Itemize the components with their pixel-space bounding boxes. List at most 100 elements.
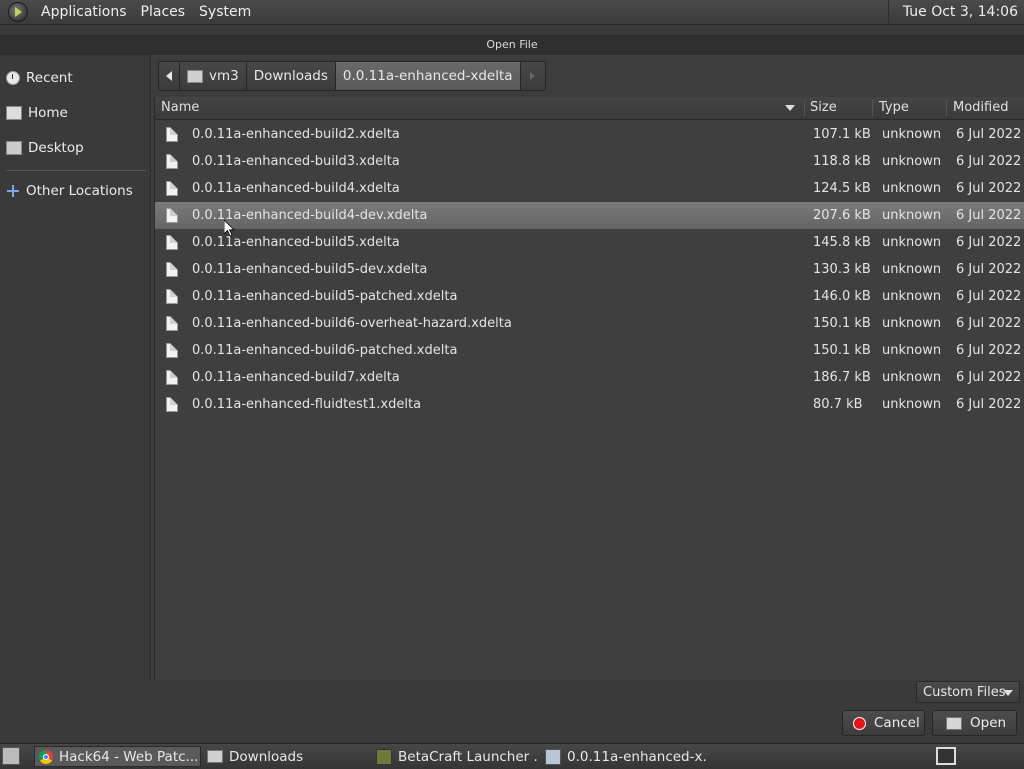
cancel-button[interactable]: Cancel <box>842 710 925 736</box>
path-segment-vm3[interactable]: vm3 <box>179 61 247 91</box>
places-sidebar: Recent Home Desktop Other Locations <box>0 55 151 680</box>
path-segment-downloads[interactable]: Downloads <box>245 61 336 91</box>
plus-icon <box>6 185 20 197</box>
sidebar-item-recent[interactable]: Recent <box>0 64 148 92</box>
file-row[interactable]: 0.0.11a-enhanced-fluidtest1.xdelta 80.7 k… <box>155 391 1024 418</box>
file-size: 118.8 kB <box>813 154 871 169</box>
task-label: 0.0.11a-enhanced-x... <box>567 748 708 765</box>
file-type: unknown <box>882 397 942 412</box>
workspace-switcher-icon[interactable] <box>936 747 956 765</box>
file-name: 0.0.11a-enhanced-build3.xdelta <box>192 154 400 169</box>
file-modified: 6 Jul 2022 <box>956 397 1022 412</box>
file-size: 150.1 kB <box>813 316 871 331</box>
column-header-size[interactable]: Size <box>810 97 837 119</box>
file-size: 186.7 kB <box>813 370 871 385</box>
chrome-icon <box>39 749 53 764</box>
path-segment-label: Downloads <box>253 68 328 84</box>
task-downloads[interactable]: Downloads <box>203 746 370 767</box>
file-row[interactable]: 0.0.11a-enhanced-build4-dev.xdelta 207.6 … <box>155 202 1024 229</box>
home-folder-icon <box>6 106 22 120</box>
filter-selected-value: Custom Files <box>923 684 1006 700</box>
file-modified: 6 Jul 2022 <box>956 370 1022 385</box>
desktop-icon <box>6 141 22 155</box>
file-row[interactable]: 0.0.11a-enhanced-build4.xdelta 124.5 kB un… <box>155 175 1024 202</box>
file-row[interactable]: 0.0.11a-enhanced-build3.xdelta 118.8 kB un… <box>155 148 1024 175</box>
column-header-modified[interactable]: Modified <box>953 97 1008 119</box>
file-size: 207.6 kB <box>813 208 871 223</box>
open-button[interactable]: Open <box>932 710 1017 736</box>
file-type-filter-combo[interactable]: Custom Files <box>916 681 1020 703</box>
file-icon <box>166 262 178 277</box>
distro-logo-icon[interactable] <box>8 2 28 22</box>
file-type: unknown <box>882 370 942 385</box>
sidebar-item-home[interactable]: Home <box>0 99 148 127</box>
sidebar-item-label: Other Locations <box>26 183 133 199</box>
file-modified: 6 Jul 2022 <box>956 289 1022 304</box>
file-row[interactable]: 0.0.11a-enhanced-build5-dev.xdelta 130.3 … <box>155 256 1024 283</box>
file-name: 0.0.11a-enhanced-build4.xdelta <box>192 181 400 196</box>
path-segment-label: 0.0.11a-enhanced-xdelta <box>342 68 513 84</box>
file-icon <box>166 154 178 169</box>
folder-open-icon <box>946 716 962 730</box>
path-forward-button[interactable] <box>519 61 546 91</box>
menu-applications[interactable]: Applications <box>34 4 134 20</box>
path-segment-label: vm3 <box>209 68 239 84</box>
file-size: 124.5 kB <box>813 181 871 196</box>
file-modified: 6 Jul 2022 <box>956 262 1022 277</box>
task-label: Hack64 - Web Patc... <box>59 748 199 765</box>
cancel-button-label: Cancel <box>874 715 920 731</box>
sidebar-item-label: Desktop <box>28 140 84 156</box>
file-modified: 6 Jul 2022 <box>956 127 1022 142</box>
cancel-icon <box>853 716 866 730</box>
chevron-right-icon <box>530 72 536 80</box>
column-divider[interactable] <box>946 100 947 116</box>
file-row[interactable]: 0.0.11a-enhanced-build7.xdelta 186.7 kB un… <box>155 364 1024 391</box>
column-header-type[interactable]: Type <box>879 97 909 119</box>
show-desktop-icon[interactable] <box>2 747 20 765</box>
task-open-file-dialog[interactable]: 0.0.11a-enhanced-x... <box>541 746 708 767</box>
sidebar-item-desktop[interactable]: Desktop <box>0 134 148 162</box>
file-name: 0.0.11a-enhanced-build7.xdelta <box>192 370 400 385</box>
betacraft-icon <box>376 748 392 765</box>
file-type: unknown <box>882 208 942 223</box>
task-betacraft[interactable]: BetaCraft Launcher ... <box>372 746 539 767</box>
file-list[interactable]: Name Size Type Modified 0.0.11a-enhanced… <box>154 97 1024 680</box>
home-folder-icon <box>187 69 203 83</box>
file-row[interactable]: 0.0.11a-enhanced-build5-patched.xdelta 14… <box>155 283 1024 310</box>
window-frame-top <box>0 25 1024 35</box>
file-type: unknown <box>882 154 942 169</box>
file-row[interactable]: 0.0.11a-enhanced-build6-patched.xdelta 15… <box>155 337 1024 364</box>
file-icon <box>166 127 178 142</box>
path-bar: vm3 Downloads 0.0.11a-enhanced-xdelta <box>158 61 546 91</box>
path-segment-current[interactable]: 0.0.11a-enhanced-xdelta <box>334 61 521 91</box>
file-modified: 6 Jul 2022 <box>956 181 1022 196</box>
file-icon <box>166 316 178 331</box>
menu-system[interactable]: System <box>192 4 258 20</box>
column-header-bar: Name Size Type Modified <box>155 97 1024 120</box>
file-row[interactable]: 0.0.11a-enhanced-build6-overheat-hazard.… <box>155 310 1024 337</box>
file-name: 0.0.11a-enhanced-build5-dev.xdelta <box>192 262 428 277</box>
file-type: unknown <box>882 289 942 304</box>
folder-icon <box>207 750 223 763</box>
sidebar-item-label: Recent <box>26 70 73 86</box>
file-type: unknown <box>882 235 942 250</box>
path-back-button[interactable] <box>158 61 180 91</box>
file-icon <box>166 181 178 196</box>
menu-places[interactable]: Places <box>134 4 193 20</box>
sidebar-item-other-locations[interactable]: Other Locations <box>0 177 148 205</box>
column-divider[interactable] <box>872 100 873 116</box>
column-divider[interactable] <box>804 100 805 116</box>
sidebar-divider <box>6 170 146 171</box>
file-size: 80.7 kB <box>813 397 863 412</box>
dialog-title[interactable]: Open File <box>0 35 1024 55</box>
file-size: 130.3 kB <box>813 262 871 277</box>
bottom-taskbar: Hack64 - Web Patc... Downloads BetaCraft… <box>0 743 1024 769</box>
task-hack64[interactable]: Hack64 - Web Patc... <box>34 746 201 767</box>
file-row[interactable]: 0.0.11a-enhanced-build5.xdelta 145.8 kB un… <box>155 229 1024 256</box>
file-name: 0.0.11a-enhanced-build6-patched.xdelta <box>192 343 458 358</box>
column-header-name[interactable]: Name <box>161 97 199 119</box>
panel-clock[interactable]: Tue Oct 3, 14:06 <box>887 0 1024 24</box>
sort-descending-icon[interactable] <box>785 105 795 111</box>
file-name: 0.0.11a-enhanced-build6-overheat-hazard.… <box>192 316 512 331</box>
file-row[interactable]: 0.0.11a-enhanced-build2.xdelta 107.1 kB un… <box>155 121 1024 148</box>
